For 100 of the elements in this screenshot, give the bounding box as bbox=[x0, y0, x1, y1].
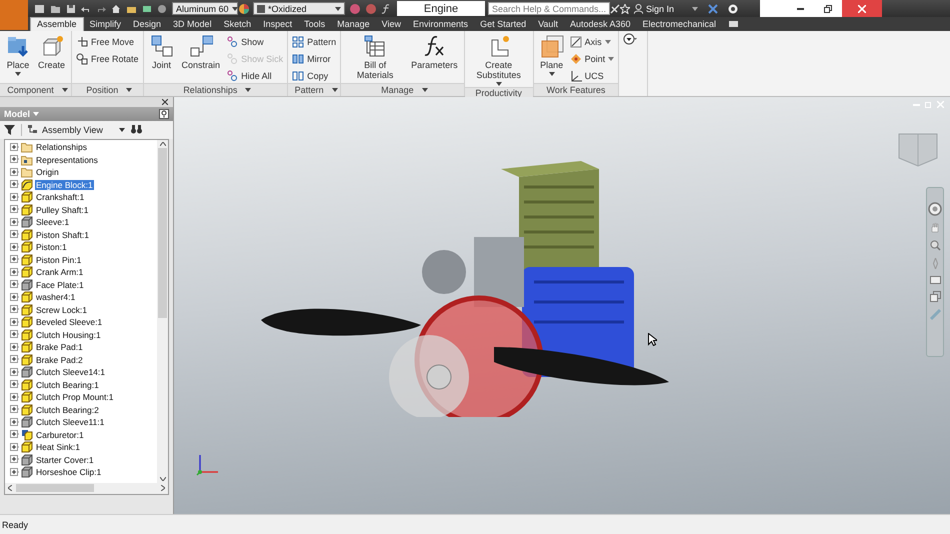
ribbon-button[interactable]: Copy bbox=[292, 68, 336, 83]
tree-item[interactable]: Screw Lock:1 bbox=[5, 303, 157, 316]
tree-item[interactable]: Representations bbox=[5, 153, 157, 166]
ribbon-tab[interactable]: View bbox=[376, 17, 408, 31]
ribbon-tab[interactable]: 3D Model bbox=[167, 17, 218, 31]
tree-item[interactable]: Clutch Sleeve11:1 bbox=[5, 416, 157, 428]
expand-icon[interactable] bbox=[10, 468, 19, 477]
material-dropdown[interactable]: Aluminum 60 bbox=[172, 2, 238, 15]
help-icon[interactable] bbox=[728, 4, 738, 14]
expand-icon[interactable] bbox=[10, 380, 19, 390]
expand-icon[interactable] bbox=[10, 192, 19, 202]
expand-icon[interactable] bbox=[10, 230, 19, 240]
scroll-down-icon[interactable] bbox=[160, 476, 166, 481]
ribbon-tab[interactable]: Autodesk A360 bbox=[564, 17, 637, 31]
ribbon-tab[interactable]: Design bbox=[127, 17, 168, 31]
ribbon-button[interactable]: Free Rotate bbox=[76, 52, 139, 66]
filter-icon[interactable] bbox=[4, 124, 15, 135]
expand-icon[interactable] bbox=[10, 168, 19, 177]
tree-item[interactable]: Carburetor:1 bbox=[5, 428, 157, 441]
new-file-icon[interactable] bbox=[34, 4, 45, 14]
tree-item[interactable]: Beveled Sleeve:1 bbox=[5, 316, 157, 328]
tree-item[interactable]: Relationships bbox=[5, 140, 157, 154]
ribbon-tab[interactable]: Environments bbox=[407, 17, 474, 31]
expand-icon[interactable] bbox=[10, 355, 19, 364]
scroll-up-icon[interactable] bbox=[160, 142, 166, 146]
ribbon-button[interactable]: Show bbox=[226, 34, 284, 49]
expand-icon[interactable] bbox=[10, 280, 19, 290]
ribbon-tab[interactable]: Vault bbox=[532, 17, 564, 31]
panel-title[interactable]: Productivity bbox=[464, 86, 533, 98]
ribbon-button[interactable]: Mirror bbox=[292, 52, 336, 66]
binoculars-icon[interactable] bbox=[130, 125, 142, 134]
expand-icon[interactable] bbox=[10, 455, 19, 464]
tree-item[interactable]: Clutch Bearing:1 bbox=[5, 378, 157, 391]
expand-icon[interactable] bbox=[10, 255, 19, 264]
tree-item[interactable]: Engine Block:1 bbox=[5, 178, 157, 191]
expand-icon[interactable] bbox=[10, 368, 19, 377]
expand-icon[interactable] bbox=[10, 418, 19, 427]
tree-item[interactable]: Piston:1 bbox=[5, 240, 157, 254]
tree-item[interactable]: Clutch Bearing:2 bbox=[5, 403, 157, 416]
tree-item[interactable]: Clutch Prop Mount:1 bbox=[5, 390, 157, 404]
panel-title[interactable]: Relationships bbox=[144, 82, 288, 96]
appearance-dropdown[interactable]: *Oxidized bbox=[253, 2, 345, 15]
scroll-left-icon[interactable] bbox=[8, 485, 12, 492]
ribbon-tab[interactable]: Manage bbox=[331, 17, 376, 31]
view-face-icon[interactable] bbox=[930, 276, 940, 284]
free-orbit-icon[interactable] bbox=[930, 290, 940, 302]
star-icon[interactable] bbox=[620, 4, 630, 14]
expand-icon[interactable] bbox=[10, 242, 19, 252]
zoom-icon[interactable] bbox=[930, 240, 940, 251]
expand-icon[interactable] bbox=[10, 180, 19, 190]
expand-icon[interactable] bbox=[10, 430, 19, 440]
expand-icon[interactable] bbox=[10, 205, 19, 214]
ribbon-button[interactable]: Point bbox=[570, 52, 614, 66]
tree-item[interactable]: Sleeve:1 bbox=[5, 216, 157, 228]
scrollbar-thumb[interactable] bbox=[16, 484, 94, 492]
ribbon-button[interactable]: UCS bbox=[570, 68, 614, 83]
panel-title[interactable]: Pattern bbox=[288, 82, 340, 96]
help-icon[interactable] bbox=[159, 108, 169, 119]
ribbon-tab[interactable]: Get Started bbox=[474, 17, 532, 31]
expand-icon[interactable] bbox=[10, 342, 19, 352]
ribbon-button[interactable]: Pattern bbox=[292, 34, 336, 49]
tree-item[interactable]: Pulley Shaft:1 bbox=[5, 203, 157, 216]
ribbon-button[interactable]: Place bbox=[4, 32, 32, 77]
tree-item[interactable]: Clutch Sleeve14:1 bbox=[5, 366, 157, 378]
tree-item[interactable]: Starter Cover:1 bbox=[5, 453, 157, 466]
ribbon-tab[interactable]: Electromechanical bbox=[636, 17, 722, 31]
ribbon-button[interactable]: Free Move bbox=[76, 34, 139, 49]
expand-icon[interactable] bbox=[10, 318, 19, 327]
scrollbar-thumb[interactable] bbox=[158, 148, 167, 318]
ribbon-tab[interactable]: Tools bbox=[298, 17, 332, 31]
expand-icon[interactable] bbox=[10, 330, 19, 340]
tree-item[interactable]: Crankshaft:1 bbox=[5, 190, 157, 204]
steering-wheel-icon[interactable] bbox=[928, 202, 942, 216]
ribbon-tab[interactable]: Assemble bbox=[30, 17, 84, 31]
tree-item[interactable]: washer4:1 bbox=[5, 290, 157, 304]
scroll-right-icon[interactable] bbox=[161, 485, 165, 492]
tree-item[interactable]: Crank Arm:1 bbox=[5, 266, 157, 278]
tree-item[interactable]: Clutch Housing:1 bbox=[5, 328, 157, 341]
appearance-icon[interactable] bbox=[238, 2, 250, 14]
expand-icon[interactable] bbox=[10, 268, 19, 277]
ribbon-button[interactable]: Create Substitutes bbox=[468, 32, 529, 87]
expand-icon[interactable] bbox=[10, 292, 19, 302]
panel-title[interactable]: Work Features bbox=[534, 82, 618, 96]
close-icon[interactable] bbox=[162, 98, 168, 105]
expand-icon[interactable] bbox=[10, 218, 19, 227]
ribbon-tab[interactable]: Sketch bbox=[218, 17, 258, 31]
tree-item[interactable]: Heat Sink:1 bbox=[5, 440, 157, 454]
expand-icon[interactable] bbox=[10, 305, 19, 314]
ribbon-button[interactable]: Joint bbox=[148, 32, 176, 71]
ribbon-button[interactable]: Plane bbox=[538, 32, 566, 77]
ribbon-button[interactable]: Constrain bbox=[180, 32, 222, 71]
expand-icon[interactable] bbox=[10, 155, 19, 164]
panel-title[interactable]: Position bbox=[72, 82, 143, 96]
tree-item[interactable]: Piston Shaft:1 bbox=[5, 228, 157, 241]
ribbon-tab[interactable]: Simplify bbox=[84, 17, 128, 31]
expand-icon[interactable] bbox=[10, 405, 19, 414]
ribbon-button[interactable]: Hide All bbox=[226, 68, 284, 83]
home-icon[interactable] bbox=[111, 4, 121, 14]
ribbon-button[interactable]: Axis bbox=[570, 34, 614, 49]
save-icon[interactable] bbox=[66, 4, 76, 14]
